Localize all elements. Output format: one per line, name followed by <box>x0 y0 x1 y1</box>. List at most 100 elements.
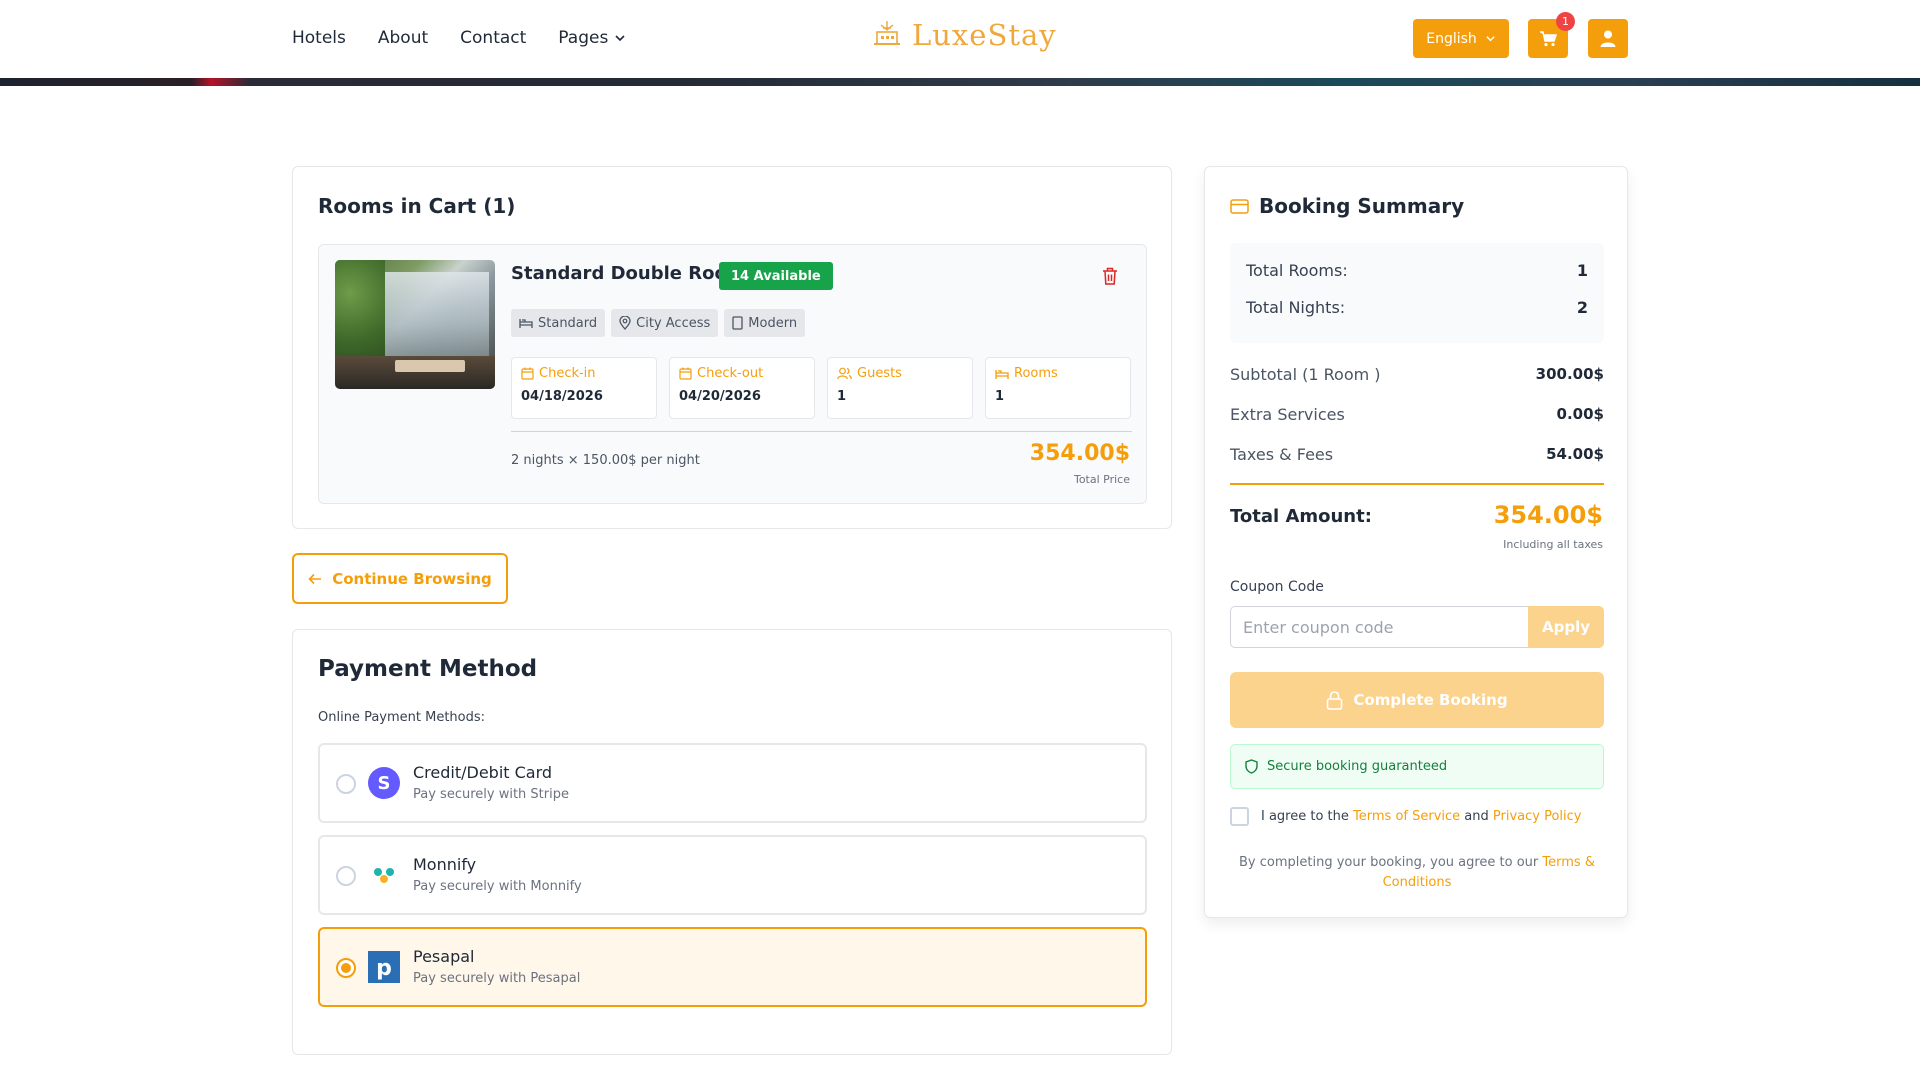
privacy-policy-link[interactable]: Privacy Policy <box>1493 809 1582 824</box>
brand-name: LuxeStay <box>912 18 1057 52</box>
taxes-row: Taxes & Fees 54.00$ <box>1230 445 1604 464</box>
brand-logo[interactable]: LuxeStay <box>870 18 1057 52</box>
agree-and: and <box>1464 809 1489 824</box>
divider <box>511 431 1132 432</box>
summary-title-row: Booking Summary <box>1230 194 1464 218</box>
language-selector[interactable]: English <box>1413 19 1509 58</box>
coupon-input[interactable] <box>1230 606 1530 648</box>
arrow-left-icon <box>308 573 322 584</box>
continue-browsing-button[interactable]: Continue Browsing <box>292 553 508 604</box>
taxes-label: Taxes & Fees <box>1230 445 1334 464</box>
subtotal-row: Subtotal (1 Room ) 300.00$ <box>1230 365 1604 384</box>
complete-booking-label: Complete Booking <box>1353 691 1508 709</box>
total-nights-row: Total Nights: 2 <box>1246 298 1588 317</box>
bed-icon <box>995 369 1009 379</box>
svg-text:S: S <box>378 773 391 794</box>
building-icon <box>732 316 743 330</box>
payment-option-monnify[interactable]: Monnify Pay securely with Monnify <box>318 835 1147 915</box>
guests-value: 1 <box>837 389 847 404</box>
agree-checkbox[interactable] <box>1230 807 1249 826</box>
terms-of-service-link[interactable]: Terms of Service <box>1353 809 1460 824</box>
checkin-label: Check-in <box>539 366 596 381</box>
language-label: English <box>1426 30 1477 47</box>
total-nights-value: 2 <box>1576 298 1588 317</box>
checkout-box: Check-out 04/20/2026 <box>669 357 815 419</box>
tag-city-access: City Access <box>611 309 719 337</box>
total-amount-note: Including all taxes <box>1503 538 1603 551</box>
calendar-icon <box>521 367 534 380</box>
nav-about[interactable]: About <box>378 28 428 48</box>
extra-services-label: Extra Services <box>1230 405 1345 424</box>
trash-icon <box>1103 267 1117 285</box>
lock-icon <box>1327 690 1343 710</box>
remove-room-button[interactable] <box>1102 267 1118 289</box>
user-account-button[interactable] <box>1588 19 1628 58</box>
nav-pages[interactable]: Pages <box>558 28 626 48</box>
payment-option-card[interactable]: S Credit/Debit Card Pay securely with St… <box>318 743 1147 823</box>
radio-monnify[interactable] <box>336 866 356 886</box>
room-image <box>335 260 495 389</box>
radio-card[interactable] <box>336 774 356 794</box>
total-rooms-row: Total Rooms: 1 <box>1246 261 1588 280</box>
divider <box>1230 483 1604 485</box>
payment-subtitle: Online Payment Methods: <box>318 710 486 725</box>
bed-icon <box>519 319 533 328</box>
hero-image-strip <box>0 78 1920 86</box>
payment-name: Pesapal <box>413 947 475 966</box>
total-rooms-value: 1 <box>1576 261 1588 280</box>
user-icon <box>1600 30 1616 47</box>
shield-icon <box>1245 759 1258 774</box>
summary-title: Booking Summary <box>1259 194 1465 218</box>
payment-method-card: Payment Method Online Payment Methods: S… <box>292 629 1172 1055</box>
rooms-in-cart-card: Rooms in Cart (1) Standard Double Room 1… <box>292 166 1172 529</box>
credit-card-icon <box>1230 198 1249 214</box>
guests-label: Guests <box>857 366 902 381</box>
payment-name: Monnify <box>413 855 477 874</box>
total-rooms-label: Total Rooms: <box>1246 261 1348 280</box>
tag-label: Standard <box>538 315 598 331</box>
checkin-value: 04/18/2026 <box>521 389 603 404</box>
payment-desc: Pay securely with Pesapal <box>413 971 581 986</box>
agree-terms-row: I agree to the Terms of Service and Priv… <box>1230 807 1582 826</box>
fine-prefix: By completing your booking, you agree to… <box>1239 855 1539 870</box>
coupon-label: Coupon Code <box>1230 579 1324 595</box>
total-amount-value: 354.00$ <box>1493 501 1603 529</box>
total-nights-label: Total Nights: <box>1246 298 1346 317</box>
payment-title: Payment Method <box>318 656 538 682</box>
map-pin-icon <box>619 316 631 330</box>
main-nav: Hotels About Contact Pages <box>292 28 626 48</box>
extra-services-value: 0.00$ <box>1556 405 1604 423</box>
room-total-price-label: Total Price <box>1073 473 1130 486</box>
complete-booking-button[interactable]: Complete Booking <box>1230 672 1604 728</box>
cart-room-item: Standard Double Room 14 Available Standa… <box>318 244 1147 504</box>
rooms-value: 1 <box>995 389 1005 404</box>
cart-title: Rooms in Cart (1) <box>318 194 516 218</box>
agree-prefix: I agree to the <box>1261 809 1349 824</box>
secure-booking-notice: Secure booking guaranteed <box>1230 744 1604 789</box>
checkout-label: Check-out <box>697 366 764 381</box>
agree-text: I agree to the Terms of Service and Priv… <box>1261 809 1582 824</box>
totals-box: Total Rooms: 1 Total Nights: 2 <box>1230 243 1604 343</box>
nav-hotels[interactable]: Hotels <box>292 28 346 48</box>
payment-desc: Pay securely with Monnify <box>413 879 582 894</box>
taxes-value: 54.00$ <box>1546 445 1604 463</box>
hotel-logo-icon <box>874 21 900 45</box>
users-icon <box>837 367 852 380</box>
tag-standard: Standard <box>511 309 606 337</box>
payment-option-pesapal[interactable]: p Pesapal Pay securely with Pesapal <box>318 927 1147 1007</box>
svg-text:p: p <box>376 956 392 981</box>
nav-contact[interactable]: Contact <box>460 28 526 48</box>
checkout-value: 04/20/2026 <box>679 389 761 404</box>
fine-print: By completing your booking, you agree to… <box>1230 853 1604 893</box>
subtotal-value: 300.00$ <box>1535 365 1604 383</box>
cart-icon <box>1540 30 1557 46</box>
apply-coupon-button[interactable]: Apply <box>1528 606 1604 648</box>
pesapal-logo-icon: p <box>368 951 400 983</box>
room-name: Standard Double Room <box>511 263 746 284</box>
radio-pesapal[interactable] <box>336 958 356 978</box>
payment-name: Credit/Debit Card <box>413 763 553 782</box>
booking-summary-card: Booking Summary Total Rooms: 1 Total Nig… <box>1204 166 1628 918</box>
monnify-logo-icon <box>368 859 400 891</box>
booking-details: Check-in 04/18/2026 Check-out 04/20/2026… <box>511 357 1131 419</box>
site-header: Hotels About Contact Pages LuxeStay Engl… <box>0 0 1920 78</box>
